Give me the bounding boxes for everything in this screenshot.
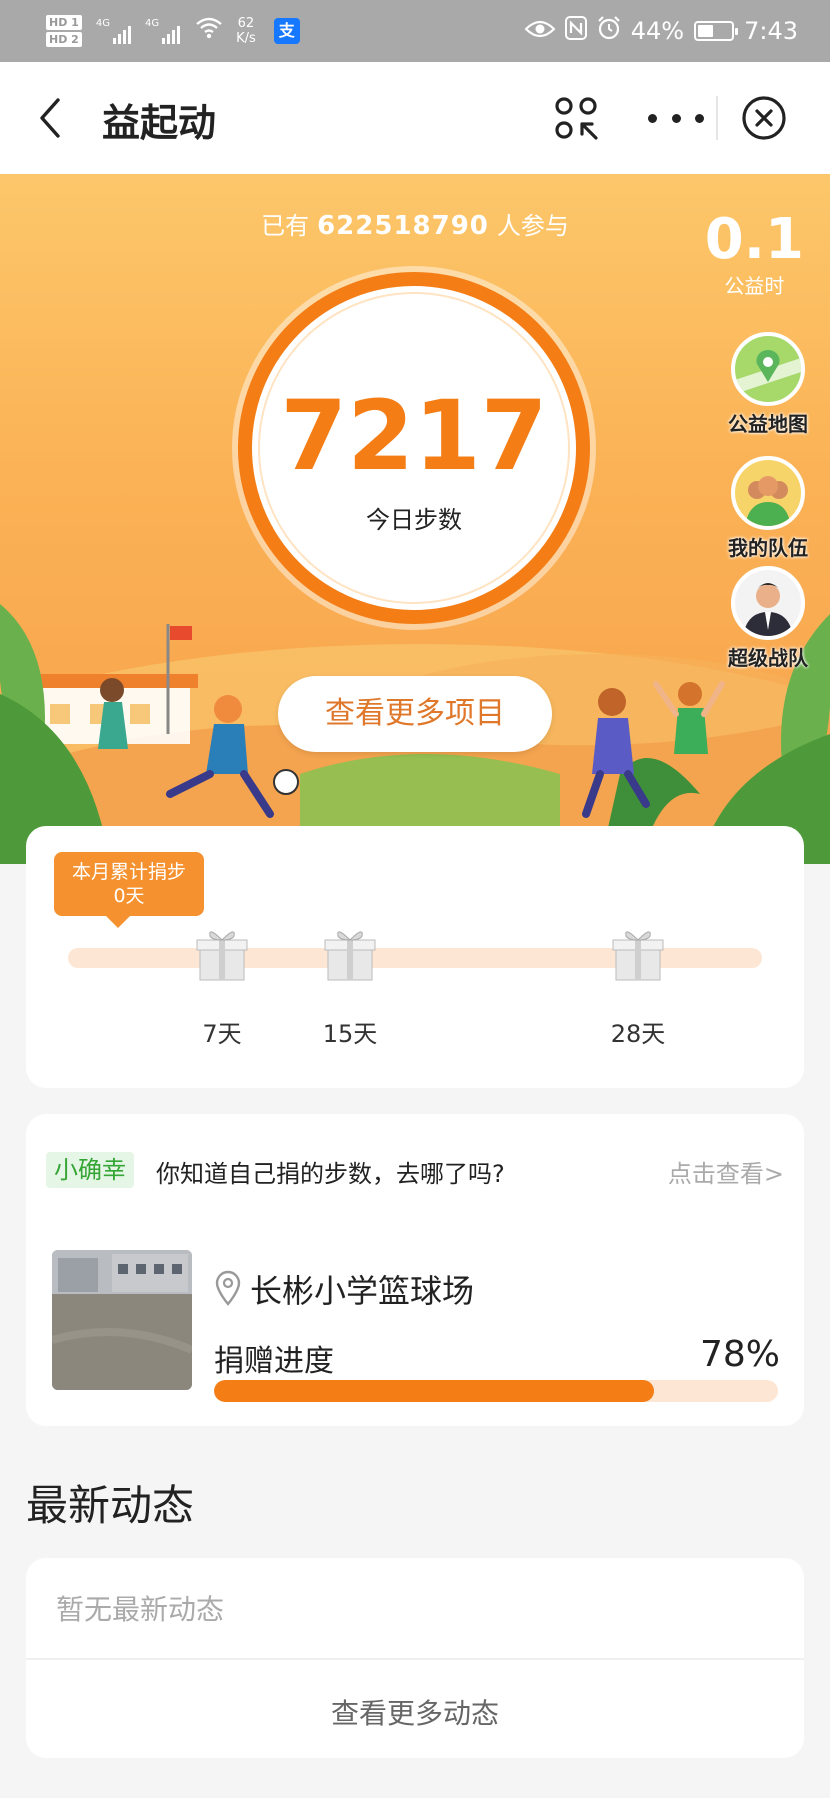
nav-bar: 益起动 xyxy=(0,62,830,174)
nfc-icon xyxy=(564,16,587,46)
check-link[interactable]: 点击查看> xyxy=(668,1154,784,1189)
avatar xyxy=(731,566,805,640)
clock: 7:43 xyxy=(744,17,798,45)
map-icon xyxy=(731,332,805,406)
status-left: HD 1 HD 2 4G 4G 62 K/s 支 xyxy=(46,14,300,48)
hd2-badge: HD 2 xyxy=(46,32,82,47)
milestone-label: 28天 xyxy=(610,1020,666,1048)
speed-unit: K/s xyxy=(236,31,256,46)
team-icon xyxy=(731,456,805,530)
back-button[interactable] xyxy=(30,96,74,140)
donation-progress-percent: 78% xyxy=(699,1334,780,1375)
network-type-label: 4G xyxy=(95,18,110,29)
super-team-label: 超级战队 xyxy=(728,646,808,670)
dot-icon xyxy=(648,113,657,123)
monthly-tag-title: 本月累计捐步 xyxy=(71,861,186,883)
monthly-days-tag: 本月累计捐步 0天 xyxy=(54,852,204,928)
monthly-tag-days: 0天 xyxy=(113,885,145,907)
steps-label: 今日步数 xyxy=(366,506,462,534)
dot-icon xyxy=(695,113,704,123)
alarm-icon xyxy=(597,16,621,46)
steps-value: 7217 xyxy=(280,380,548,492)
status-bar: HD 1 HD 2 4G 4G 62 K/s 支 44% 7:43 xyxy=(0,0,830,62)
hd-indicator: HD 1 HD 2 xyxy=(46,14,82,48)
steps-ring: 7217 今日步数 xyxy=(238,272,590,624)
signal-icon: 4G xyxy=(96,18,131,44)
my-team-button[interactable]: 我的队伍 xyxy=(716,456,820,561)
battery-icon xyxy=(694,21,739,41)
project-name[interactable]: 长彬小学篮球场 xyxy=(250,1266,474,1312)
charity-map-label: 公益地图 xyxy=(728,412,808,436)
page-title: 益起动 xyxy=(102,101,217,145)
charity-map-button[interactable]: 公益地图 xyxy=(716,332,820,437)
charity-hours[interactable]: 0.1 公益时 xyxy=(705,210,804,299)
latest-news-title: 最新动态 xyxy=(26,1481,195,1530)
monthly-donation-card: 本月累计捐步 0天 7天 15天 28天 xyxy=(26,826,804,1088)
steps-question: 你知道自己捐的步数，去哪了吗? xyxy=(156,1160,505,1188)
more-menu-button[interactable] xyxy=(648,100,704,136)
charity-hours-label: 公益时 xyxy=(724,274,785,298)
my-team-label: 我的队伍 xyxy=(728,536,808,560)
hd1-badge: HD 1 xyxy=(46,15,82,30)
alipay-icon: 支 xyxy=(273,18,300,44)
project-card: 小确幸 你知道自己捐的步数，去哪了吗? 点击查看> 长彬小学篮球场 捐赠进度 7… xyxy=(26,1114,804,1426)
donation-progress-fill xyxy=(214,1380,654,1402)
participants-number: 622518790 xyxy=(317,211,489,241)
scan-icon xyxy=(555,97,598,140)
project-thumbnail[interactable] xyxy=(52,1250,192,1390)
network-type-label-2: 4G xyxy=(144,18,160,29)
network-speed: 62 K/s xyxy=(236,16,256,46)
gift-icon[interactable] xyxy=(194,924,250,984)
gift-icon[interactable] xyxy=(610,924,666,984)
milestone-label: 7天 xyxy=(202,1020,242,1048)
lucky-tag: 小确幸 xyxy=(46,1152,134,1188)
scan-button[interactable] xyxy=(552,94,600,142)
milestone-label: 15天 xyxy=(322,1020,378,1048)
back-arrow-icon xyxy=(40,98,60,138)
news-divider xyxy=(26,1658,804,1660)
battery-percent: 44% xyxy=(630,17,685,45)
charity-hours-value: 0.1 xyxy=(704,207,804,272)
hero-banner: 已有 622518790 人参与 0.1 公益时 7217 今日步数 公益地图 我的… xyxy=(0,174,830,864)
close-button[interactable] xyxy=(740,94,788,142)
more-projects-button[interactable]: 查看更多项目 xyxy=(278,676,552,752)
super-team-button[interactable]: 超级战队 xyxy=(716,566,820,671)
participants-suffix: 人参与 xyxy=(496,212,569,240)
no-news-text: 暂无最新动态 xyxy=(56,1593,225,1626)
status-right: 44% 7:43 xyxy=(524,16,798,46)
eye-icon xyxy=(524,17,556,45)
location-pin-icon xyxy=(215,1270,241,1306)
close-icon xyxy=(742,96,786,140)
more-news-button[interactable]: 查看更多动态 xyxy=(26,1692,804,1732)
dot-icon xyxy=(671,113,681,123)
signal-icon-2: 4G xyxy=(144,18,181,44)
speed-value: 62 xyxy=(237,16,255,31)
donation-progress-label: 捐赠进度 xyxy=(214,1344,334,1379)
participants-prefix: 已有 xyxy=(261,212,310,240)
latest-news-card: 暂无最新动态 查看更多动态 xyxy=(26,1558,804,1758)
wifi-icon xyxy=(196,17,222,45)
donation-progress-bar xyxy=(214,1380,778,1402)
gift-icon[interactable] xyxy=(322,924,378,984)
nav-divider xyxy=(716,96,718,140)
